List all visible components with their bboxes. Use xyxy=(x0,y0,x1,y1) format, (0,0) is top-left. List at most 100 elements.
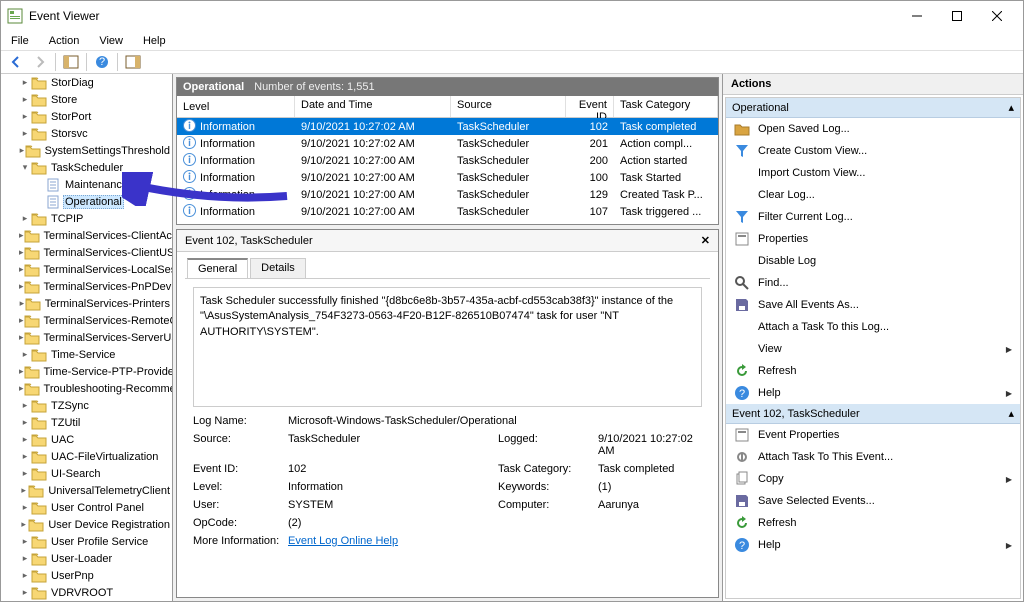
action-open-saved-log[interactable]: Open Saved Log... xyxy=(726,118,1020,140)
tree-node-operational[interactable]: Operational xyxy=(1,193,172,210)
event-row[interactable]: Information9/10/2021 10:27:02 AMTaskSche… xyxy=(177,135,718,152)
tree-node-systemsettingsthreshold[interactable]: ▸SystemSettingsThreshold xyxy=(1,142,172,159)
action-view[interactable]: View xyxy=(726,338,1020,360)
event-row[interactable]: Information9/10/2021 10:27:02 AMTaskSche… xyxy=(177,118,718,135)
expander-icon[interactable]: ▸ xyxy=(19,94,31,105)
moreinfo-link[interactable]: Event Log Online Help xyxy=(288,535,702,547)
tree-node-time-service[interactable]: ▸Time-Service xyxy=(1,346,172,363)
event-row[interactable]: Information9/10/2021 10:27:00 AMTaskSche… xyxy=(177,186,718,203)
action-refresh[interactable]: Refresh xyxy=(726,360,1020,382)
forward-button[interactable] xyxy=(29,52,51,72)
expander-icon[interactable]: ▸ xyxy=(19,400,31,411)
show-actions-button[interactable] xyxy=(122,52,144,72)
action-find[interactable]: Find... xyxy=(726,272,1020,294)
menu-file[interactable]: File xyxy=(7,34,33,48)
tree-node-terminalservices-clientusbdevices[interactable]: ▸TerminalServices-ClientUSBDevices xyxy=(1,244,172,261)
expander-icon[interactable]: ▸ xyxy=(19,536,31,547)
action-clear-log[interactable]: Clear Log... xyxy=(726,184,1020,206)
tree-node-storsvc[interactable]: ▸Storsvc xyxy=(1,125,172,142)
tree-node-ui-search[interactable]: ▸UI-Search xyxy=(1,465,172,482)
tree-node-universaltelemetryclient[interactable]: ▸UniversalTelemetryClient xyxy=(1,482,172,499)
maximize-button[interactable] xyxy=(937,2,977,30)
menu-help[interactable]: Help xyxy=(139,34,170,48)
action-attach-a-task-to-this-log[interactable]: Attach a Task To this Log... xyxy=(726,316,1020,338)
tree-node-user-loader[interactable]: ▸User-Loader xyxy=(1,550,172,567)
expander-icon[interactable]: ▸ xyxy=(19,485,28,496)
tree-node-storport[interactable]: ▸StorPort xyxy=(1,108,172,125)
tree-node-terminalservices-serverusbdevices[interactable]: ▸TerminalServices-ServerUSBDevices xyxy=(1,329,172,346)
expander-icon[interactable]: ▾ xyxy=(19,162,31,173)
tree-node-maintenance[interactable]: Maintenance xyxy=(1,176,172,193)
tree-node-terminalservices-printers[interactable]: ▸TerminalServices-Printers xyxy=(1,295,172,312)
tree-node-terminalservices-remoteconnectionmanager[interactable]: ▸TerminalServices-RemoteConnectionManage… xyxy=(1,312,172,329)
minimize-button[interactable] xyxy=(897,2,937,30)
event-row[interactable]: Information9/10/2021 10:27:00 AMTaskSche… xyxy=(177,203,718,220)
col-datetime[interactable]: Date and Time xyxy=(295,96,451,117)
menu-view[interactable]: View xyxy=(95,34,127,48)
action-help[interactable]: ?Help xyxy=(726,382,1020,404)
action-filter-current-log[interactable]: Filter Current Log... xyxy=(726,206,1020,228)
event-row[interactable]: Information9/10/2021 10:27:00 AMTaskSche… xyxy=(177,152,718,169)
collapse-icon[interactable]: ▴ xyxy=(1008,101,1014,114)
back-button[interactable] xyxy=(5,52,27,72)
actions-section-event[interactable]: Event 102, TaskScheduler ▴ xyxy=(726,404,1020,424)
tree-node-tzutil[interactable]: ▸TZUtil xyxy=(1,414,172,431)
expander-icon[interactable]: ▸ xyxy=(19,570,31,581)
col-source[interactable]: Source xyxy=(451,96,566,117)
tree-node-terminalservices-pnpdevices[interactable]: ▸TerminalServices-PnPDevices xyxy=(1,278,172,295)
tab-general[interactable]: General xyxy=(187,258,248,278)
action-save-all-events-as[interactable]: Save All Events As... xyxy=(726,294,1020,316)
tree-node-user-device-registration[interactable]: ▸User Device Registration xyxy=(1,516,172,533)
expander-icon[interactable]: ▸ xyxy=(19,519,28,530)
tree-node-terminalservices-localsessionmanager[interactable]: ▸TerminalServices-LocalSessionManager xyxy=(1,261,172,278)
tree-node-time-service-ptp-provider[interactable]: ▸Time-Service-PTP-Provider xyxy=(1,363,172,380)
menu-action[interactable]: Action xyxy=(45,34,84,48)
tree-node-user-control-panel[interactable]: ▸User Control Panel xyxy=(1,499,172,516)
close-button[interactable] xyxy=(977,2,1017,30)
col-eventid[interactable]: Event ID xyxy=(566,96,614,117)
expander-icon[interactable]: ▸ xyxy=(19,349,31,360)
tree-node-user-profile-service[interactable]: ▸User Profile Service xyxy=(1,533,172,550)
expander-icon[interactable]: ▸ xyxy=(19,434,31,445)
collapse-icon[interactable]: ▴ xyxy=(1008,407,1014,420)
action-save-selected-events[interactable]: Save Selected Events... xyxy=(726,490,1020,512)
col-taskcat[interactable]: Task Category xyxy=(614,96,718,117)
expander-icon[interactable]: ▸ xyxy=(19,468,31,479)
tree-node-userpnp[interactable]: ▸UserPnp xyxy=(1,567,172,584)
actions-section-operational[interactable]: Operational ▴ xyxy=(726,98,1020,118)
action-attach-task-to-this-event[interactable]: Attach Task To This Event... xyxy=(726,446,1020,468)
close-detail-icon[interactable]: ✕ xyxy=(701,234,710,247)
expander-icon[interactable]: ▸ xyxy=(19,213,31,224)
tree-node-uac-filevirtualization[interactable]: ▸UAC-FileVirtualization xyxy=(1,448,172,465)
grid-header[interactable]: Level Date and Time Source Event ID Task… xyxy=(177,96,718,118)
tree-node-tcpip[interactable]: ▸TCPIP xyxy=(1,210,172,227)
tree-node-store[interactable]: ▸Store xyxy=(1,91,172,108)
expander-icon[interactable]: ▸ xyxy=(19,553,31,564)
expander-icon[interactable]: ▸ xyxy=(19,587,31,598)
action-disable-log[interactable]: Disable Log xyxy=(726,250,1020,272)
event-row[interactable]: Information9/10/2021 10:27:00 AMTaskSche… xyxy=(177,169,718,186)
tree-node-uac[interactable]: ▸UAC xyxy=(1,431,172,448)
expander-icon[interactable]: ▸ xyxy=(19,451,31,462)
action-copy[interactable]: Copy xyxy=(726,468,1020,490)
tree-node-terminalservices-clientactivexcore[interactable]: ▸TerminalServices-ClientActiveXCore xyxy=(1,227,172,244)
expander-icon[interactable]: ▸ xyxy=(19,128,31,139)
expander-icon[interactable]: ▸ xyxy=(19,77,31,88)
expander-icon[interactable]: ▸ xyxy=(19,417,31,428)
tab-details[interactable]: Details xyxy=(250,258,306,278)
help-button[interactable]: ? xyxy=(91,52,113,72)
tree-node-stordiag[interactable]: ▸StorDiag xyxy=(1,74,172,91)
action-properties[interactable]: Properties xyxy=(726,228,1020,250)
col-level[interactable]: Level xyxy=(177,96,295,117)
action-create-custom-view[interactable]: Create Custom View... xyxy=(726,140,1020,162)
tree-node-taskscheduler[interactable]: ▾TaskScheduler xyxy=(1,159,172,176)
action-event-properties[interactable]: Event Properties xyxy=(726,424,1020,446)
tree-node-troubleshooting-recommended[interactable]: ▸Troubleshooting-Recommended xyxy=(1,380,172,397)
expander-icon[interactable]: ▸ xyxy=(19,111,31,122)
action-help[interactable]: ?Help xyxy=(726,534,1020,556)
expander-icon[interactable]: ▸ xyxy=(19,502,31,513)
action-refresh[interactable]: Refresh xyxy=(726,512,1020,534)
show-hide-tree-button[interactable] xyxy=(60,52,82,72)
action-import-custom-view[interactable]: Import Custom View... xyxy=(726,162,1020,184)
tree-node-vdrvroot[interactable]: ▸VDRVROOT xyxy=(1,584,172,601)
